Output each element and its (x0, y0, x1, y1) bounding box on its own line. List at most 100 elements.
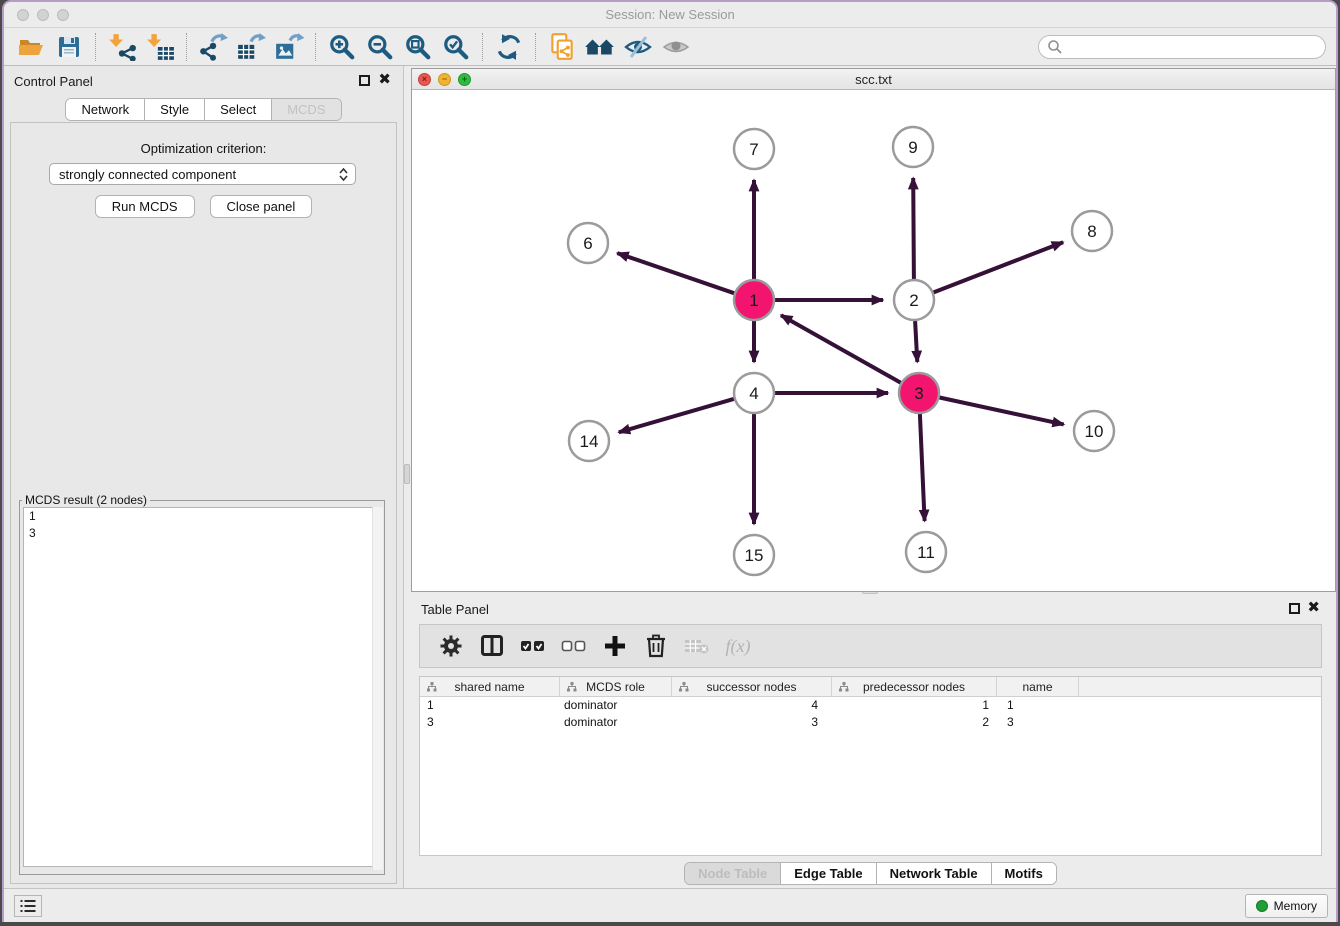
close-table-panel-icon[interactable]: ✖ (1307, 598, 1320, 616)
zoom-in-icon[interactable] (323, 32, 361, 62)
cell[interactable]: dominator (560, 698, 672, 714)
result-scrollbar[interactable] (372, 507, 383, 870)
column-header-shared-name[interactable]: shared name (420, 677, 560, 696)
zoom-selected-icon[interactable] (437, 32, 475, 62)
deselect-all-icon[interactable] (561, 633, 587, 659)
node-6[interactable]: 6 (568, 223, 608, 263)
search-input[interactable] (1063, 38, 1325, 56)
cell[interactable]: 3 (672, 715, 832, 731)
table-row[interactable]: 1dominator411 (420, 698, 1321, 714)
result-line: 3 (24, 525, 380, 542)
node-table[interactable]: shared nameMCDS rolesuccessor nodesprede… (419, 676, 1322, 856)
select-all-icon[interactable] (520, 633, 546, 659)
control-panel-title: Control Panel (14, 74, 93, 89)
edge-2-8[interactable] (934, 242, 1064, 292)
delete-columns-icon[interactable] (643, 633, 669, 659)
svg-text:10: 10 (1085, 422, 1104, 441)
memory-status-icon (1256, 900, 1268, 912)
edge-2-9[interactable] (913, 178, 914, 279)
cell[interactable]: dominator (560, 715, 672, 731)
export-network-icon[interactable] (194, 32, 232, 62)
svg-text:14: 14 (580, 432, 599, 451)
tab-mcds[interactable]: MCDS (272, 99, 340, 120)
cell[interactable]: 1 (420, 698, 560, 714)
refresh-layout-icon[interactable] (490, 32, 528, 62)
add-column-icon[interactable] (602, 633, 628, 659)
control-panel-tabs: NetworkStyleSelectMCDS (65, 98, 341, 121)
zoom-fit-icon[interactable] (399, 32, 437, 62)
network-window: × − + scc.txt 1 2 3 4 6 7 8 9 10 11 14 15 (411, 68, 1336, 592)
column-header-successor-nodes[interactable]: successor nodes (672, 677, 832, 696)
mcds-panel: Optimization criterion: strongly connect… (10, 122, 397, 884)
delete-table-icon[interactable] (684, 633, 710, 659)
tab-select[interactable]: Select (205, 99, 272, 120)
first-neighbors-icon[interactable] (581, 32, 619, 62)
node-9[interactable]: 9 (893, 127, 933, 167)
node-11[interactable]: 11 (906, 532, 946, 572)
column-header-predecessor-nodes[interactable]: predecessor nodes (832, 677, 997, 696)
close-panel-button[interactable]: Close panel (210, 195, 313, 218)
edge-3-11[interactable] (920, 414, 925, 521)
hide-selected-icon[interactable] (619, 32, 657, 62)
cell[interactable]: 3 (997, 715, 1079, 731)
optimization-criterion-value: strongly connected component (59, 167, 236, 182)
network-from-file-icon[interactable] (543, 32, 581, 62)
save-session-icon[interactable] (50, 32, 88, 62)
node-2[interactable]: 2 (894, 280, 934, 320)
node-8[interactable]: 8 (1072, 211, 1112, 251)
node-3[interactable]: 3 (899, 373, 939, 413)
node-4[interactable]: 4 (734, 373, 774, 413)
main-titlebar: Session: New Session (4, 2, 1336, 28)
svg-text:15: 15 (745, 546, 764, 565)
run-mcds-button[interactable]: Run MCDS (95, 195, 195, 218)
zoom-out-icon[interactable] (361, 32, 399, 62)
cell[interactable]: 1 (832, 698, 997, 714)
tab-network-table[interactable]: Network Table (877, 863, 992, 884)
tab-style[interactable]: Style (145, 99, 205, 120)
edge-4-14[interactable] (619, 399, 734, 432)
edge-2-3[interactable] (915, 321, 917, 362)
svg-text:3: 3 (914, 384, 923, 403)
table-mode-icon[interactable] (438, 633, 464, 659)
network-window-titlebar[interactable]: × − + scc.txt (412, 69, 1335, 90)
cell[interactable]: 1 (997, 698, 1079, 714)
tab-motifs[interactable]: Motifs (992, 863, 1056, 884)
node-14[interactable]: 14 (569, 421, 609, 461)
table-row[interactable]: 3dominator323 (420, 715, 1321, 731)
node-7[interactable]: 7 (734, 129, 774, 169)
float-table-panel-icon[interactable] (1289, 603, 1300, 614)
export-image-icon[interactable] (270, 32, 308, 62)
open-session-icon[interactable] (12, 32, 50, 62)
tab-node-table[interactable]: Node Table (685, 863, 781, 884)
task-history-button[interactable] (14, 895, 42, 917)
cell[interactable]: 3 (420, 715, 560, 731)
node-10[interactable]: 10 (1074, 411, 1114, 451)
node-15[interactable]: 15 (734, 535, 774, 575)
network-canvas[interactable]: 1 2 3 4 6 7 8 9 10 11 14 15 (412, 91, 1335, 591)
tab-edge-table[interactable]: Edge Table (781, 863, 876, 884)
table-panel-title: Table Panel (421, 602, 489, 617)
cell[interactable]: 2 (832, 715, 997, 731)
import-network-icon[interactable] (103, 32, 141, 62)
graph-svg: 1 2 3 4 6 7 8 9 10 11 14 15 (412, 91, 1335, 592)
edge-1-6[interactable] (617, 253, 734, 293)
show-columns-icon[interactable] (479, 633, 505, 659)
edge-3-10[interactable] (940, 398, 1064, 425)
cell[interactable]: 4 (672, 698, 832, 714)
column-header-name[interactable]: name (997, 677, 1079, 696)
import-table-icon[interactable] (141, 32, 179, 62)
panel-splitter-handle[interactable] (404, 464, 410, 484)
show-all-icon[interactable] (657, 32, 695, 62)
close-panel-icon[interactable]: ✖ (378, 70, 391, 88)
float-panel-icon[interactable] (359, 75, 370, 86)
mcds-result-text[interactable]: 13 (23, 507, 381, 867)
column-header-MCDS-role[interactable]: MCDS role (560, 677, 672, 696)
node-1[interactable]: 1 (734, 280, 774, 320)
export-table-icon[interactable] (232, 32, 270, 62)
memory-button[interactable]: Memory (1245, 894, 1328, 918)
optimization-criterion-select[interactable]: strongly connected component (49, 163, 356, 185)
toolbar-separator (535, 33, 536, 61)
search-field[interactable] (1038, 35, 1326, 59)
tab-network[interactable]: Network (66, 99, 145, 120)
edge-3-1[interactable] (781, 315, 901, 383)
